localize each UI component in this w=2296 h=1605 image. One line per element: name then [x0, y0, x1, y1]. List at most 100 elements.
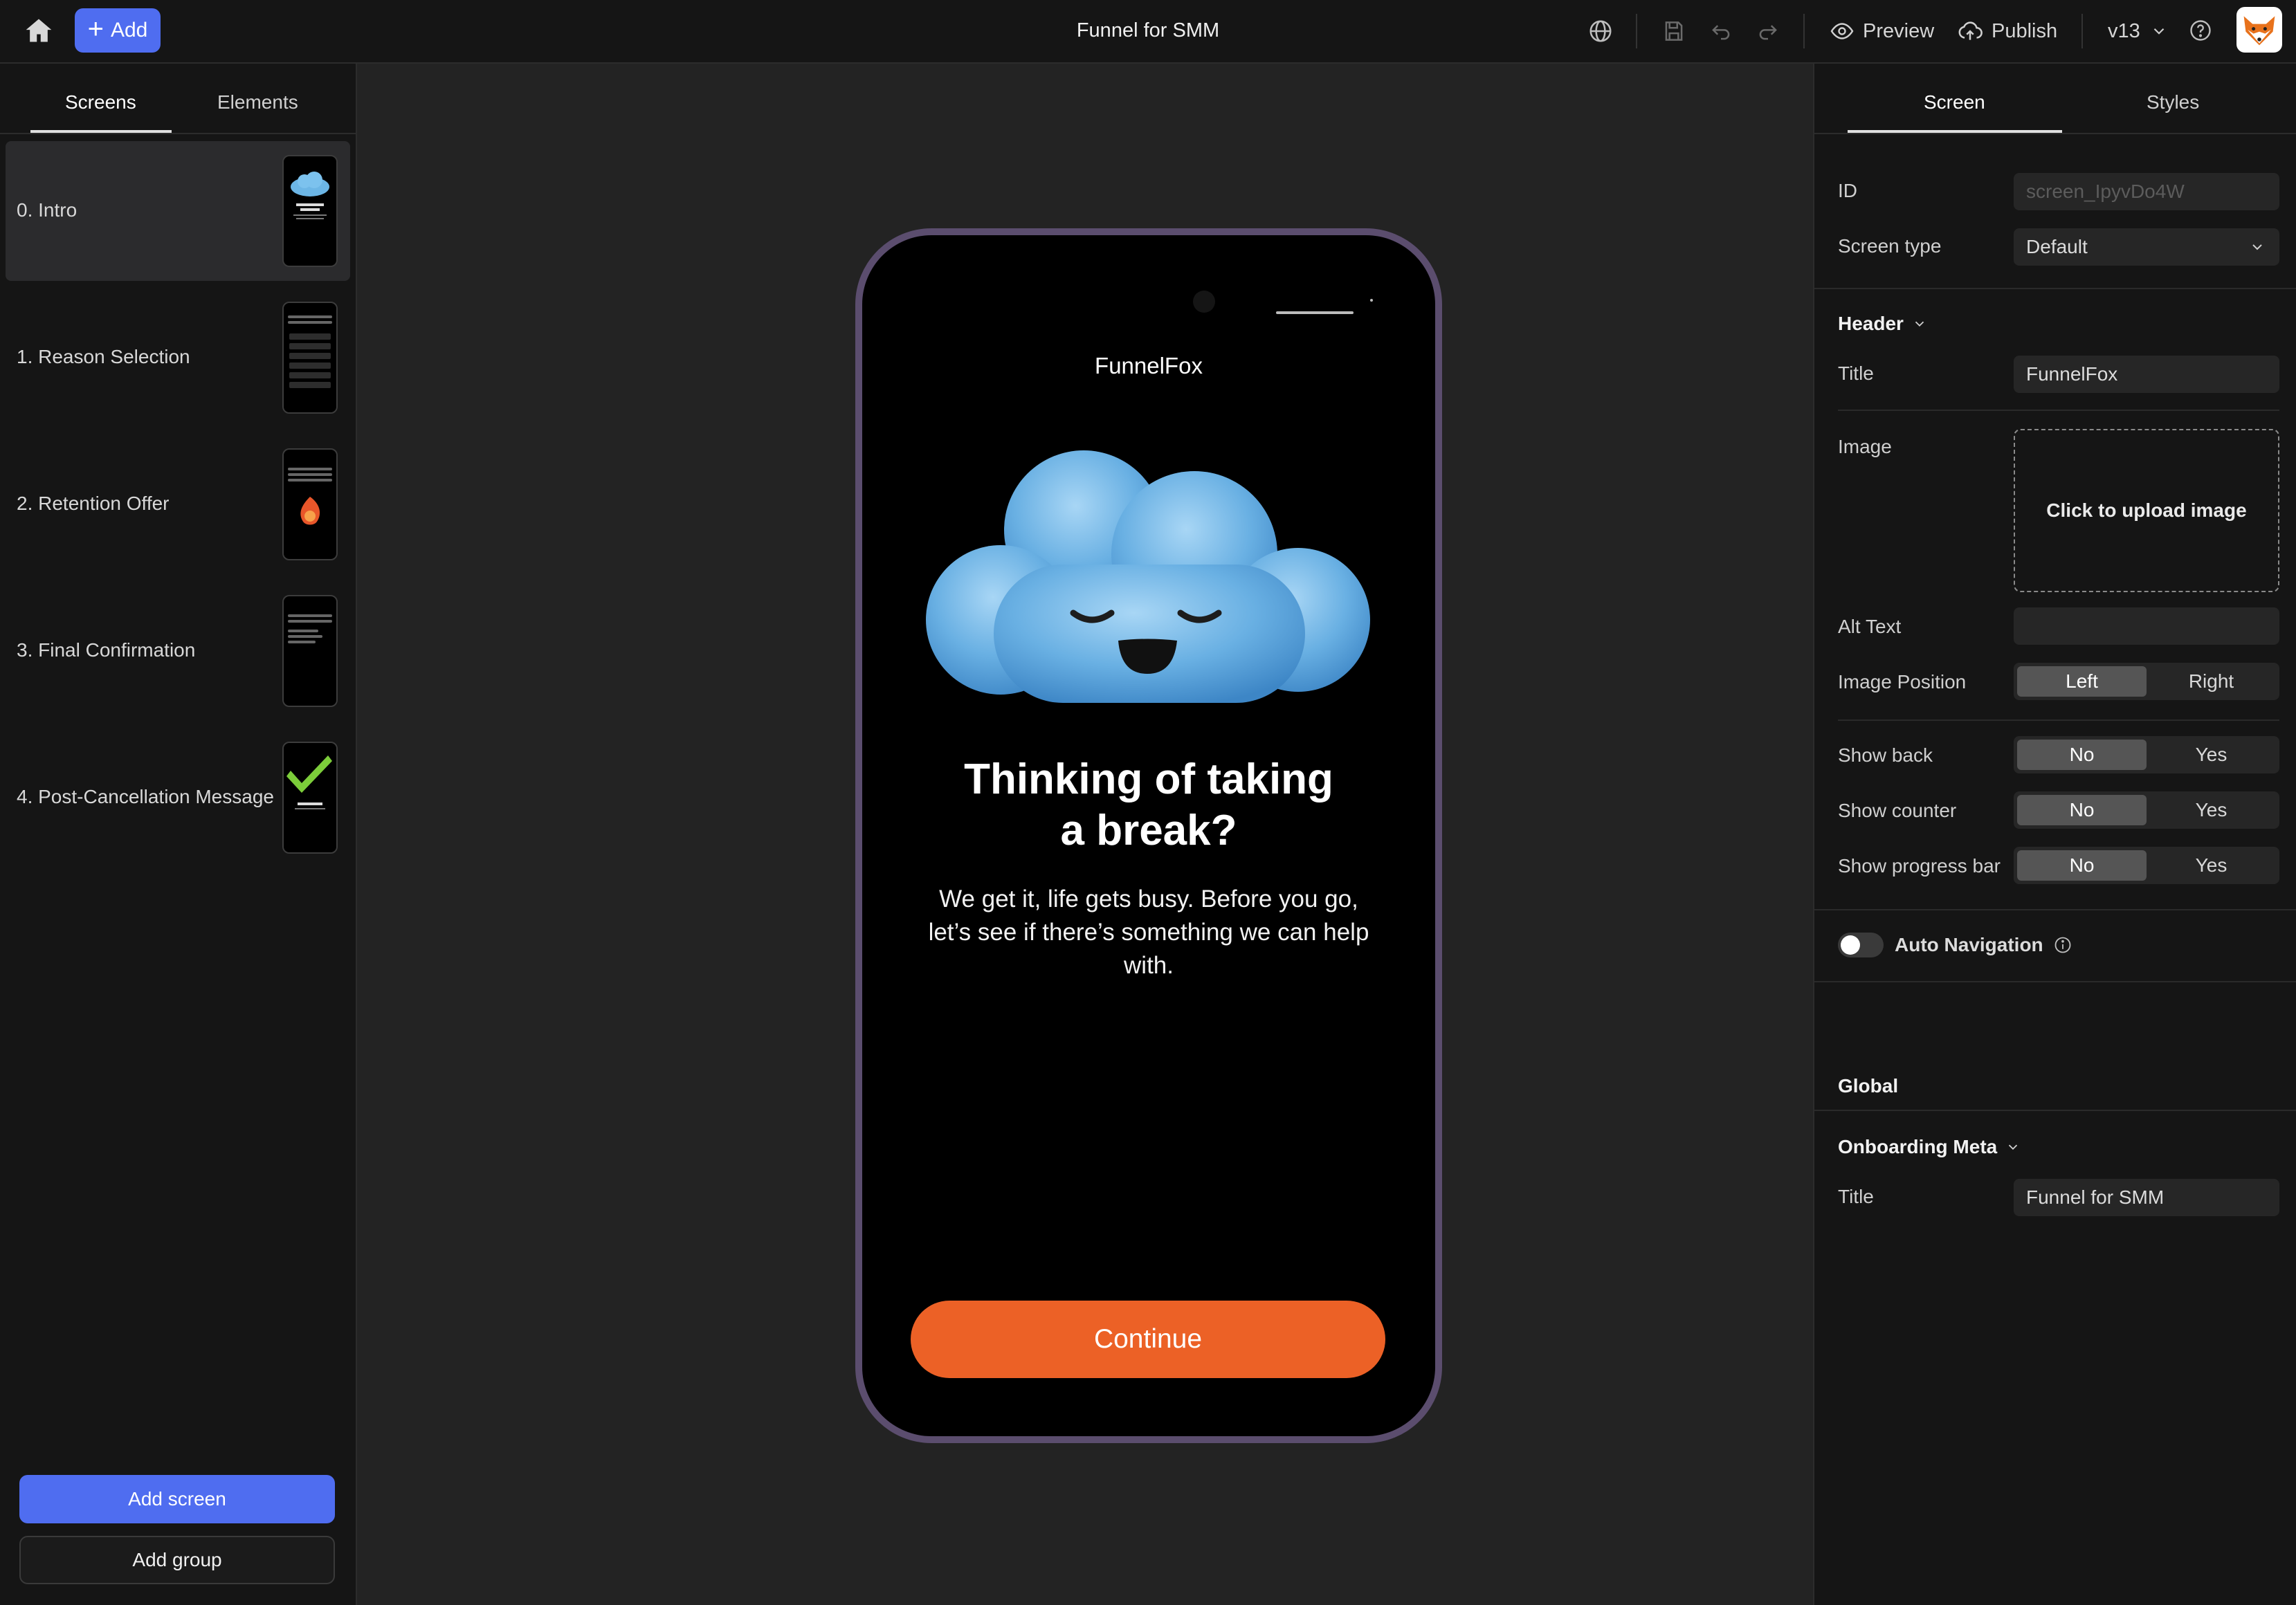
id-field: screen_IpyvDo4W	[2014, 173, 2279, 210]
cloud-illustration	[926, 450, 1370, 703]
fox-logo-icon	[2243, 16, 2275, 46]
eye-icon	[1830, 23, 1854, 39]
show-back-no[interactable]: No	[2017, 740, 2147, 770]
active-tab-indicator	[1848, 130, 2062, 133]
show-progress-yes[interactable]: Yes	[2147, 850, 2276, 881]
avatar[interactable]	[2236, 7, 2282, 53]
phone-preview: FunnelFox Thinking of taking a break? We…	[855, 228, 1442, 1443]
image-position-left[interactable]: Left	[2017, 666, 2147, 697]
help-icon[interactable]	[2188, 18, 2214, 44]
image-label: Image	[1838, 436, 1892, 457]
meta-title-label: Title	[1838, 1186, 1874, 1207]
global-section-label: Global	[1838, 1075, 1899, 1097]
divider	[1636, 14, 1637, 48]
save-icon[interactable]	[1661, 18, 1687, 44]
screen-item-label: 4. Post-Cancellation Message	[17, 786, 274, 807]
title-label: Title	[1838, 363, 1874, 384]
chevron-down-icon	[1915, 321, 1924, 327]
alt-text-input[interactable]	[2014, 607, 2279, 645]
header-section-toggle[interactable]: Header	[1838, 313, 1927, 335]
screen-item-label: 1. Reason Selection	[17, 346, 190, 367]
tab-elements[interactable]: Elements	[217, 91, 298, 113]
project-title: Funnel for SMM	[1076, 19, 1220, 42]
show-progress-toggle[interactable]: No Yes	[2014, 847, 2279, 884]
image-position-right[interactable]: Right	[2147, 666, 2276, 697]
publish-label: Publish	[1992, 19, 2058, 42]
screen-thumbnail	[282, 448, 338, 560]
chevron-down-icon	[2009, 1144, 2018, 1150]
sidebar-tabs: Screens Elements	[0, 64, 356, 134]
onboarding-meta-toggle[interactable]: Onboarding Meta	[1838, 1136, 2021, 1158]
header-section-label: Header	[1838, 313, 1904, 334]
show-counter-label: Show counter	[1838, 800, 1957, 821]
divider	[1814, 909, 2296, 910]
version-dropdown[interactable]: v13	[2108, 15, 2168, 47]
globe-icon[interactable]	[1587, 18, 1614, 44]
headline-line: Thinking of taking	[964, 755, 1333, 803]
screen-item-final-confirmation[interactable]: 3. Final Confirmation	[6, 581, 350, 721]
tab-screens[interactable]: Screens	[65, 91, 136, 113]
screen-type-label: Screen type	[1838, 235, 1942, 257]
screen-thumbnail	[282, 742, 338, 854]
auto-navigation: Auto Navigation	[1895, 933, 2072, 957]
screen-item-intro[interactable]: 0. Intro	[6, 141, 350, 281]
auto-navigation-label: Auto Navigation	[1895, 934, 2043, 955]
cloud-upload-icon	[1958, 21, 1983, 40]
show-back-toggle[interactable]: No Yes	[2014, 736, 2279, 773]
camera-cutout	[1193, 291, 1215, 313]
tab-styles[interactable]: Styles	[2147, 91, 2199, 113]
publish-button[interactable]: Publish	[1957, 15, 2057, 47]
meta-title-input[interactable]: Funnel for SMM	[2014, 1179, 2279, 1216]
screen-thumbnail	[282, 595, 338, 707]
screen-thumbnail	[282, 155, 338, 267]
divider	[1803, 14, 1805, 48]
screen-body-text: We get it, life gets busy. Before you go…	[928, 886, 1369, 979]
chevron-down-icon	[2252, 244, 2262, 250]
screen-item-label: 0. Intro	[17, 199, 78, 221]
screen-item-reason-selection[interactable]: 1. Reason Selection	[6, 288, 350, 428]
divider	[1838, 410, 2279, 411]
preview-button[interactable]: Preview	[1830, 15, 1934, 47]
undo-icon[interactable]	[1708, 18, 1734, 44]
screen-thumbnail	[282, 302, 338, 414]
info-icon[interactable]	[2053, 935, 2072, 955]
divider	[1838, 719, 2279, 721]
image-upload-dropzone[interactable]: Click to upload image	[2014, 429, 2279, 592]
status-indicator	[1370, 299, 1373, 302]
properties-panel: Screen Styles ID screen_IpyvDo4W Screen …	[1813, 64, 2296, 1605]
show-progress-no[interactable]: No	[2017, 850, 2147, 881]
screen-item-retention-offer[interactable]: 2. Retention Offer	[6, 434, 350, 574]
divider	[1814, 288, 2296, 289]
show-counter-no[interactable]: No	[2017, 795, 2147, 825]
screen-headline: Thinking of taking a break?	[904, 754, 1394, 856]
show-back-label: Show back	[1838, 744, 1933, 766]
screen-type-select[interactable]: Default	[2014, 228, 2279, 266]
screen-item-post-cancellation[interactable]: 4. Post-Cancellation Message	[6, 728, 350, 868]
top-bar: + Add Funnel for SMM Preview Publish v13	[0, 0, 2296, 64]
add-group-button[interactable]: Add group	[19, 1536, 335, 1584]
headline-line: a break?	[1060, 807, 1237, 854]
redo-icon[interactable]	[1755, 18, 1781, 44]
screen-header-title: FunnelFox	[1095, 353, 1203, 378]
auto-navigation-switch[interactable]	[1838, 933, 1884, 957]
title-input[interactable]: FunnelFox	[2014, 356, 2279, 393]
preview-label: Preview	[1863, 19, 1935, 42]
version-label: v13	[2108, 19, 2140, 42]
divider	[1814, 981, 2296, 982]
onboarding-meta-label: Onboarding Meta	[1838, 1136, 1998, 1157]
image-position-toggle[interactable]: Left Right	[2014, 663, 2279, 700]
screen-item-label: 2. Retention Offer	[17, 493, 170, 514]
show-back-yes[interactable]: Yes	[2147, 740, 2276, 770]
status-indicator	[1276, 311, 1354, 314]
panel-tabs: Screen Styles	[1814, 64, 2296, 134]
continue-button[interactable]: Continue	[911, 1301, 1385, 1378]
alt-text-label: Alt Text	[1838, 616, 1902, 637]
active-tab-indicator	[30, 130, 172, 133]
show-counter-toggle[interactable]: No Yes	[2014, 791, 2279, 829]
divider	[2081, 14, 2083, 48]
tab-screen[interactable]: Screen	[1924, 91, 1985, 113]
add-screen-button[interactable]: Add screen	[19, 1475, 335, 1523]
screen-type-value: Default	[2026, 236, 2088, 257]
show-progress-label: Show progress bar	[1838, 855, 2001, 877]
show-counter-yes[interactable]: Yes	[2147, 795, 2276, 825]
